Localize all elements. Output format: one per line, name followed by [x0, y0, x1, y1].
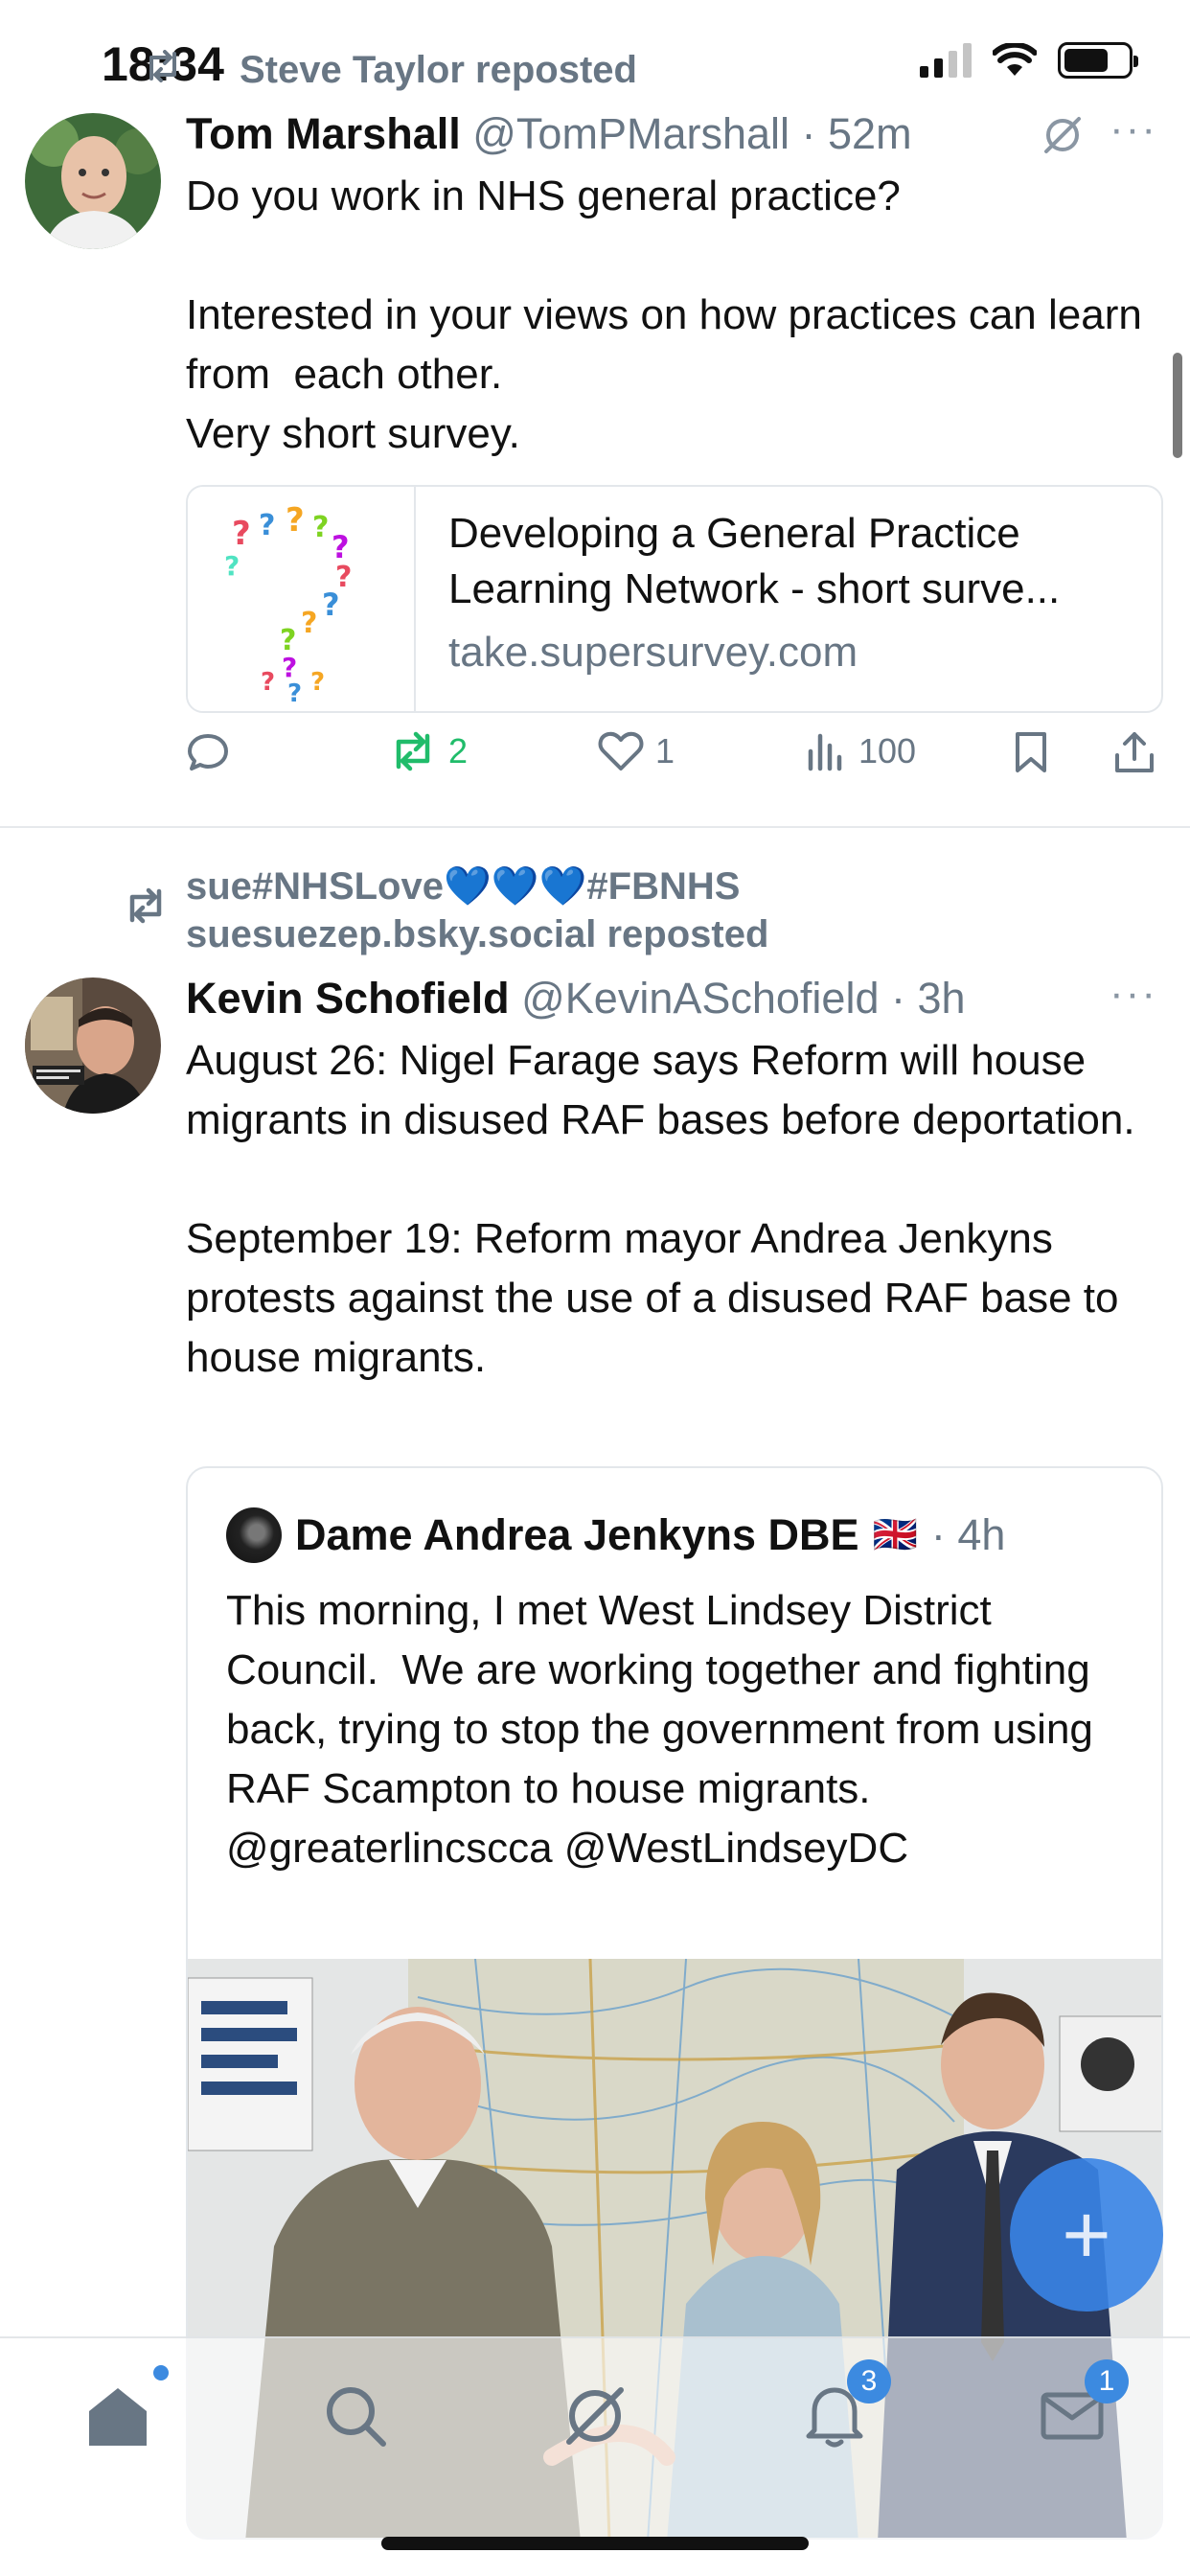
tab-feeds[interactable] — [552, 2373, 638, 2459]
link-title[interactable]: Developing a General Practice Learning N… — [448, 506, 1138, 617]
repost-button[interactable]: 2 — [389, 730, 468, 772]
repost-attribution-name[interactable]: sue#NHSLove💙💙💙#FBNHS — [186, 862, 740, 910]
repost-attribution-handle[interactable]: suesuezep.bsky.social reposted — [186, 910, 768, 958]
author-handle[interactable]: @KevinASchofield — [521, 974, 879, 1023]
repost-icon — [149, 50, 176, 82]
quote-time: · 4h — [930, 1510, 1006, 1559]
svg-text:?: ? — [301, 607, 317, 640]
views-icon — [808, 733, 842, 771]
svg-text:?: ? — [287, 679, 302, 708]
svg-text:?: ? — [224, 550, 240, 582]
author-name[interactable]: Tom Marshall — [186, 109, 461, 158]
avatar[interactable] — [25, 113, 161, 249]
share-icon — [1115, 732, 1154, 772]
post-time: · 3h — [891, 974, 966, 1023]
svg-text:?: ? — [312, 511, 329, 544]
bookmark-button[interactable] — [1012, 730, 1050, 774]
uk-flag-icon: 🇬🇧 — [872, 1515, 918, 1555]
post-header: Kevin Schofield @KevinASchofield · 3h — [186, 970, 966, 1027]
post-actions: 2 1 100 — [186, 730, 1163, 797]
compose-button[interactable]: + — [1010, 2158, 1163, 2312]
post[interactable]: Steve Taylor reposted Tom Marshall @TomP… — [0, 0, 1190, 826]
quote-avatar[interactable] — [226, 1507, 282, 1563]
tab-home[interactable] — [75, 2365, 169, 2459]
reply-button[interactable] — [186, 730, 241, 774]
repost-attribution[interactable]: Steve Taylor reposted — [240, 46, 637, 94]
tab-search[interactable] — [312, 2373, 399, 2459]
compose-icon: + — [1062, 2187, 1111, 2282]
view-count: 100 — [858, 731, 917, 770]
post-header: Tom Marshall @TomPMarshall · 52m — [186, 105, 912, 163]
link-thumbnail: ? ? ? ? ? ? ? ? ? ? ? ? ? ? — [188, 487, 416, 711]
svg-text:?: ? — [310, 668, 325, 697]
link-card[interactable]: ? ? ? ? ? ? ? ? ? ? ? ? ? ? Developing a… — [186, 485, 1163, 713]
post-text: August 26: Nigel Farage says Reform will… — [186, 1037, 1135, 1381]
quote-text: This morning, I met West Lindsey Distric… — [226, 1587, 1106, 1872]
svg-text:?: ? — [322, 586, 340, 623]
home-icon — [89, 2388, 147, 2446]
more-options-icon[interactable]: ··· — [1110, 970, 1157, 1018]
more-options-icon[interactable]: ··· — [1110, 105, 1157, 153]
views-button[interactable]: 100 — [805, 730, 916, 772]
share-button[interactable] — [1113, 730, 1156, 774]
svg-text:?: ? — [286, 501, 305, 540]
tab-notifications[interactable]: 3 — [791, 2359, 891, 2459]
search-icon — [327, 2387, 386, 2447]
notifications-badge: 3 — [847, 2359, 891, 2404]
post[interactable]: sue#NHSLove💙💙💙#FBNHS suesuezep.bsky.soci… — [0, 828, 1190, 2576]
messages-badge: 1 — [1085, 2359, 1129, 2404]
repost-icon — [396, 731, 430, 771]
svg-text:?: ? — [261, 668, 275, 697]
unread-dot — [153, 2365, 169, 2380]
repost-count: 2 — [448, 731, 469, 770]
quote-author-name[interactable]: Dame Andrea Jenkyns DBE — [295, 1506, 859, 1564]
like-icon — [598, 731, 644, 770]
post-text: Do you work in NHS general practice? Int… — [186, 172, 1142, 457]
link-domain[interactable]: take.supersurvey.com — [448, 629, 858, 677]
author-handle[interactable]: @TomPMarshall — [472, 109, 790, 158]
avatar[interactable] — [25, 978, 161, 1114]
bookmark-icon — [1016, 732, 1046, 772]
like-button[interactable]: 1 — [598, 730, 675, 772]
post-time: · 52m — [801, 109, 912, 158]
svg-text:?: ? — [259, 509, 275, 542]
author-name[interactable]: Kevin Schofield — [186, 974, 510, 1023]
like-count: 1 — [655, 731, 675, 770]
feeds-icon[interactable] — [1041, 113, 1085, 157]
home-indicator[interactable] — [381, 2537, 809, 2550]
reply-icon — [188, 734, 228, 770]
tab-messages[interactable]: 1 — [1029, 2359, 1129, 2459]
repost-icon — [129, 887, 162, 924]
svg-text:?: ? — [232, 515, 251, 553]
quote-header: Dame Andrea Jenkyns DBE 🇬🇧 · 4h — [226, 1506, 1005, 1564]
feeds-icon — [566, 2387, 624, 2445]
